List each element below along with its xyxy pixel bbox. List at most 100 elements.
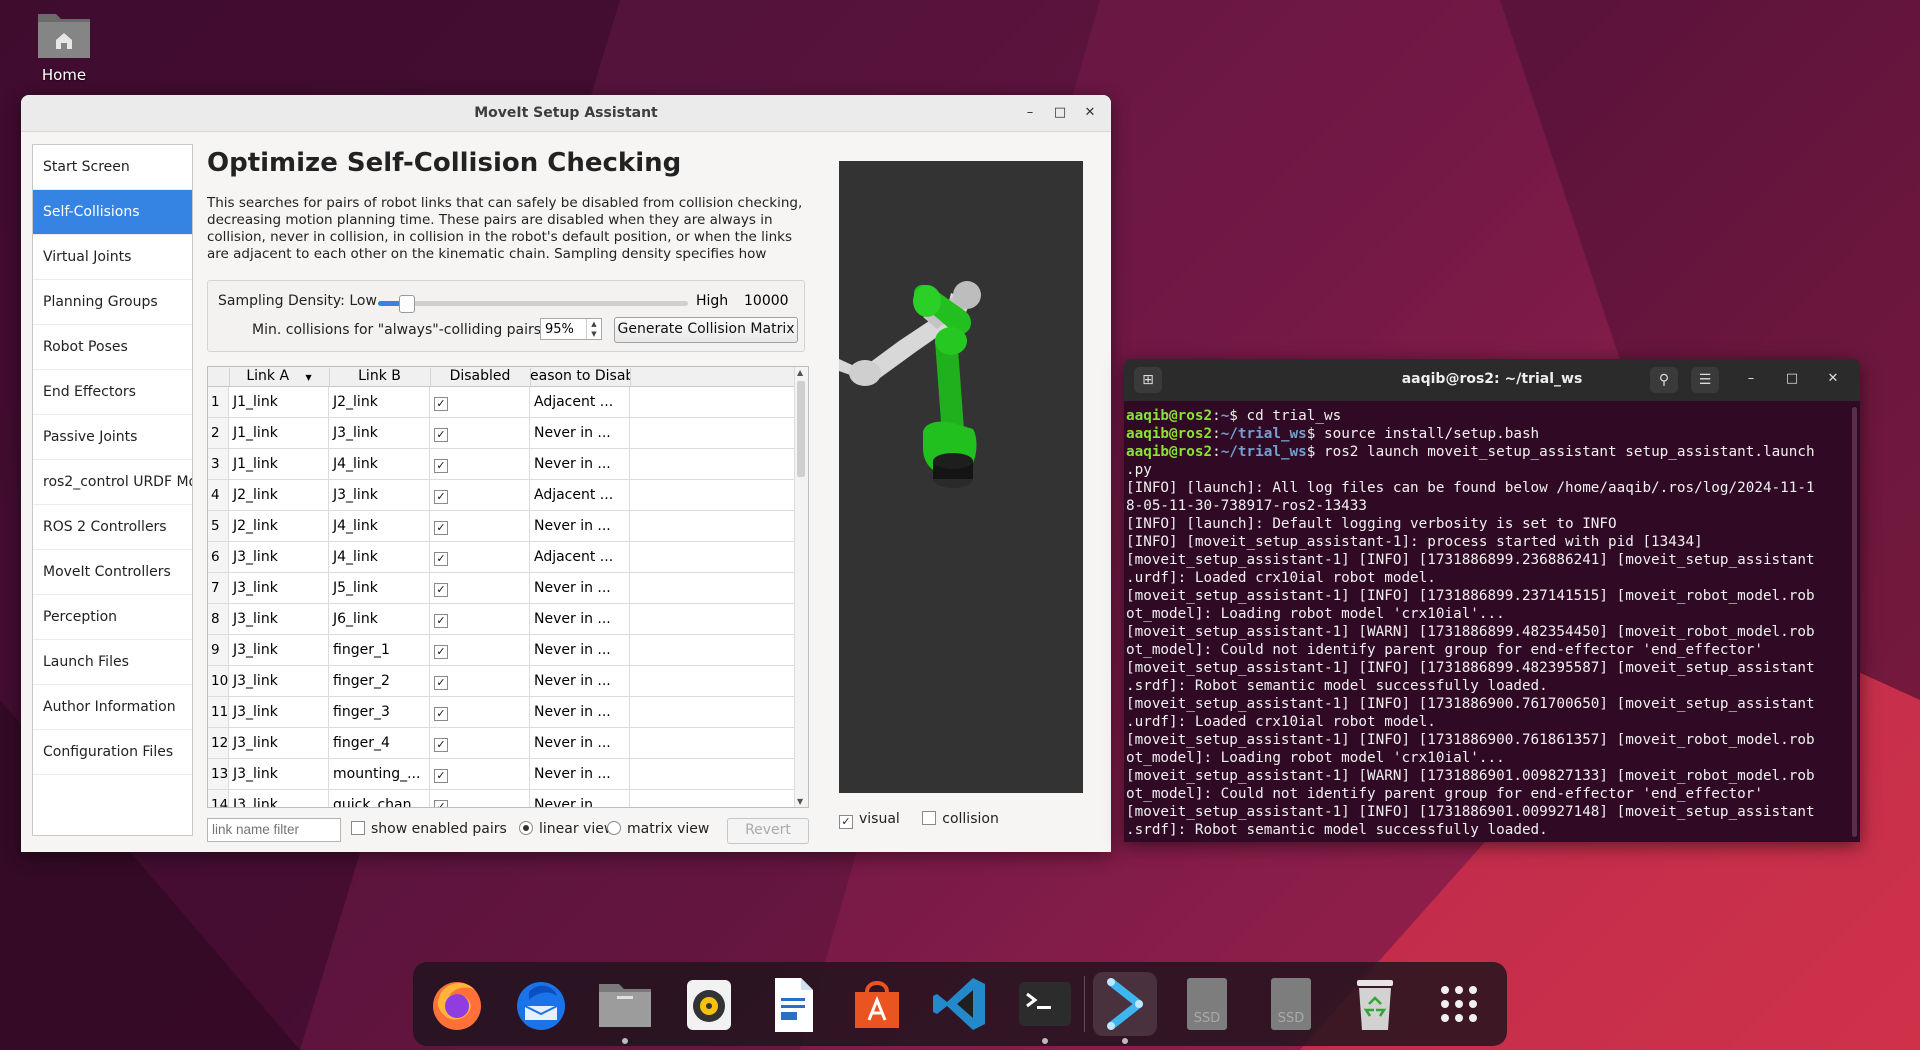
visual-checkbox[interactable]: ✓ visual [839, 811, 900, 829]
link-b-cell[interactable]: J2_link [329, 387, 430, 417]
disabled-cell[interactable]: ✓ [430, 418, 530, 448]
ssd-drive-icon[interactable]: SSD [1259, 972, 1323, 1036]
link-a-cell[interactable]: J1_link [229, 449, 329, 479]
firefox-icon[interactable] [425, 972, 489, 1036]
reason-cell[interactable]: Never in ... [530, 790, 630, 807]
link-b-cell[interactable]: J4_link [329, 511, 430, 541]
disabled-cell[interactable]: ✓ [430, 666, 530, 696]
matrix-view-radio[interactable]: matrix view [607, 821, 709, 837]
sidebar-item-launch-files[interactable]: Launch Files [33, 640, 192, 685]
disabled-cell[interactable]: ✓ [430, 790, 530, 807]
link-a-cell[interactable]: J3_link [229, 728, 329, 758]
minimize-button[interactable]: – [1741, 371, 1761, 386]
sidebar-item-end-effectors[interactable]: End Effectors [33, 370, 192, 415]
row-number[interactable]: 10 [208, 666, 229, 696]
sidebar-item-configuration-files[interactable]: Configuration Files [33, 730, 192, 775]
link-b-cell[interactable]: J4_link [329, 542, 430, 572]
column-header-disabled[interactable]: Disabled [430, 368, 531, 386]
row-number[interactable]: 13 [208, 759, 229, 789]
home-desktop-icon[interactable]: Home [34, 8, 94, 84]
trash-icon[interactable] [1343, 972, 1407, 1036]
reason-cell[interactable]: Adjacent ... [530, 387, 630, 417]
disabled-checkbox[interactable]: ✓ [434, 583, 448, 597]
ssd-drive-icon[interactable]: SSD [1175, 972, 1239, 1036]
link-b-cell[interactable]: quick_chan... [329, 790, 430, 807]
terminal-scrollbar[interactable] [1852, 407, 1857, 837]
reason-cell[interactable]: Never in ... [530, 511, 630, 541]
link-b-cell[interactable]: J3_link [329, 480, 430, 510]
thunderbird-icon[interactable] [509, 972, 573, 1036]
sidebar-item-self-collisions[interactable]: Self-Collisions [33, 190, 192, 235]
table-row[interactable]: 13 J3_link mounting_... ✓ Never in ... [208, 759, 808, 790]
disabled-checkbox[interactable]: ✓ [434, 707, 448, 721]
disabled-cell[interactable]: ✓ [430, 697, 530, 727]
sidebar-item-ros2-controllers[interactable]: ROS 2 Controllers [33, 505, 192, 550]
show-apps-icon[interactable] [1427, 972, 1491, 1036]
sidebar-item-start-screen[interactable]: Start Screen [33, 145, 192, 190]
sidebar-item-author-information[interactable]: Author Information [33, 685, 192, 730]
row-number[interactable]: 8 [208, 604, 229, 634]
maximize-button[interactable]: □ [1049, 102, 1071, 124]
row-number[interactable]: 3 [208, 449, 229, 479]
disabled-cell[interactable]: ✓ [430, 387, 530, 417]
reason-cell[interactable]: Adjacent ... [530, 480, 630, 510]
disabled-cell[interactable]: ✓ [430, 573, 530, 603]
close-button[interactable]: ✕ [1823, 371, 1843, 386]
table-row[interactable]: 4 J2_link J3_link ✓ Adjacent ... [208, 480, 808, 511]
disabled-checkbox[interactable]: ✓ [434, 459, 448, 473]
radio-selected[interactable] [519, 821, 533, 835]
checkbox-unchecked[interactable] [922, 811, 937, 825]
link-a-cell[interactable]: J3_link [229, 542, 329, 572]
reason-cell[interactable]: Never in ... [530, 728, 630, 758]
row-number[interactable]: 5 [208, 511, 229, 541]
link-a-cell[interactable]: J2_link [229, 480, 329, 510]
disabled-checkbox[interactable]: ✓ [434, 800, 448, 807]
table-row[interactable]: 6 J3_link J4_link ✓ Adjacent ... [208, 542, 808, 573]
collision-checkbox[interactable]: collision [922, 811, 999, 827]
link-a-cell[interactable]: J3_link [229, 604, 329, 634]
checkbox-checked[interactable]: ✓ [839, 815, 853, 829]
disabled-cell[interactable]: ✓ [430, 511, 530, 541]
disabled-checkbox[interactable]: ✓ [434, 397, 448, 411]
link-b-cell[interactable]: J4_link [329, 449, 430, 479]
row-number[interactable]: 14 [208, 790, 229, 807]
reason-cell[interactable]: Never in ... [530, 697, 630, 727]
moveit-icon[interactable] [1093, 972, 1157, 1044]
maximize-button[interactable]: □ [1782, 371, 1802, 386]
column-header-link-b[interactable]: Link B [329, 368, 431, 386]
table-row[interactable]: 14 J3_link quick_chan... ✓ Never in ... [208, 790, 808, 807]
row-number[interactable]: 12 [208, 728, 229, 758]
sidebar-item-perception[interactable]: Perception [33, 595, 192, 640]
sidebar-item-virtual-joints[interactable]: Virtual Joints [33, 235, 192, 280]
disabled-checkbox[interactable]: ✓ [434, 676, 448, 690]
disabled-cell[interactable]: ✓ [430, 449, 530, 479]
disabled-cell[interactable]: ✓ [430, 604, 530, 634]
table-row[interactable]: 11 J3_link finger_3 ✓ Never in ... [208, 697, 808, 728]
link-a-cell[interactable]: J3_link [229, 666, 329, 696]
table-row[interactable]: 7 J3_link J5_link ✓ Never in ... [208, 573, 808, 604]
terminal-icon[interactable] [1013, 972, 1077, 1044]
table-row[interactable]: 5 J2_link J4_link ✓ Never in ... [208, 511, 808, 542]
reason-cell[interactable]: Never in ... [530, 418, 630, 448]
table-row[interactable]: 3 J1_link J4_link ✓ Never in ... [208, 449, 808, 480]
reason-cell[interactable]: Adjacent ... [530, 542, 630, 572]
table-row[interactable]: 9 J3_link finger_1 ✓ Never in ... [208, 635, 808, 666]
row-number[interactable]: 7 [208, 573, 229, 603]
moveit-titlebar[interactable]: MoveIt Setup Assistant – □ ✕ [21, 95, 1111, 132]
checkbox-box[interactable] [351, 821, 365, 835]
app-center-icon[interactable] [845, 972, 909, 1036]
disabled-cell[interactable]: ✓ [430, 480, 530, 510]
link-a-cell[interactable]: J3_link [229, 635, 329, 665]
spin-arrows-icon[interactable]: ▲ ▼ [586, 319, 601, 339]
table-scrollbar[interactable]: ▲ ▼ [794, 367, 808, 807]
link-a-cell[interactable]: J3_link [229, 759, 329, 789]
disabled-checkbox[interactable]: ✓ [434, 490, 448, 504]
link-a-cell[interactable]: J3_link [229, 697, 329, 727]
min-collisions-spinbox[interactable]: 95% ▲ ▼ [540, 318, 602, 340]
files-icon[interactable] [593, 972, 657, 1044]
radio-unselected[interactable] [607, 821, 621, 835]
show-enabled-pairs-checkbox[interactable]: show enabled pairs [351, 821, 507, 837]
link-a-cell[interactable]: J2_link [229, 511, 329, 541]
link-name-filter-input[interactable] [207, 818, 341, 842]
generate-collision-matrix-button[interactable]: Generate Collision Matrix [614, 317, 798, 343]
